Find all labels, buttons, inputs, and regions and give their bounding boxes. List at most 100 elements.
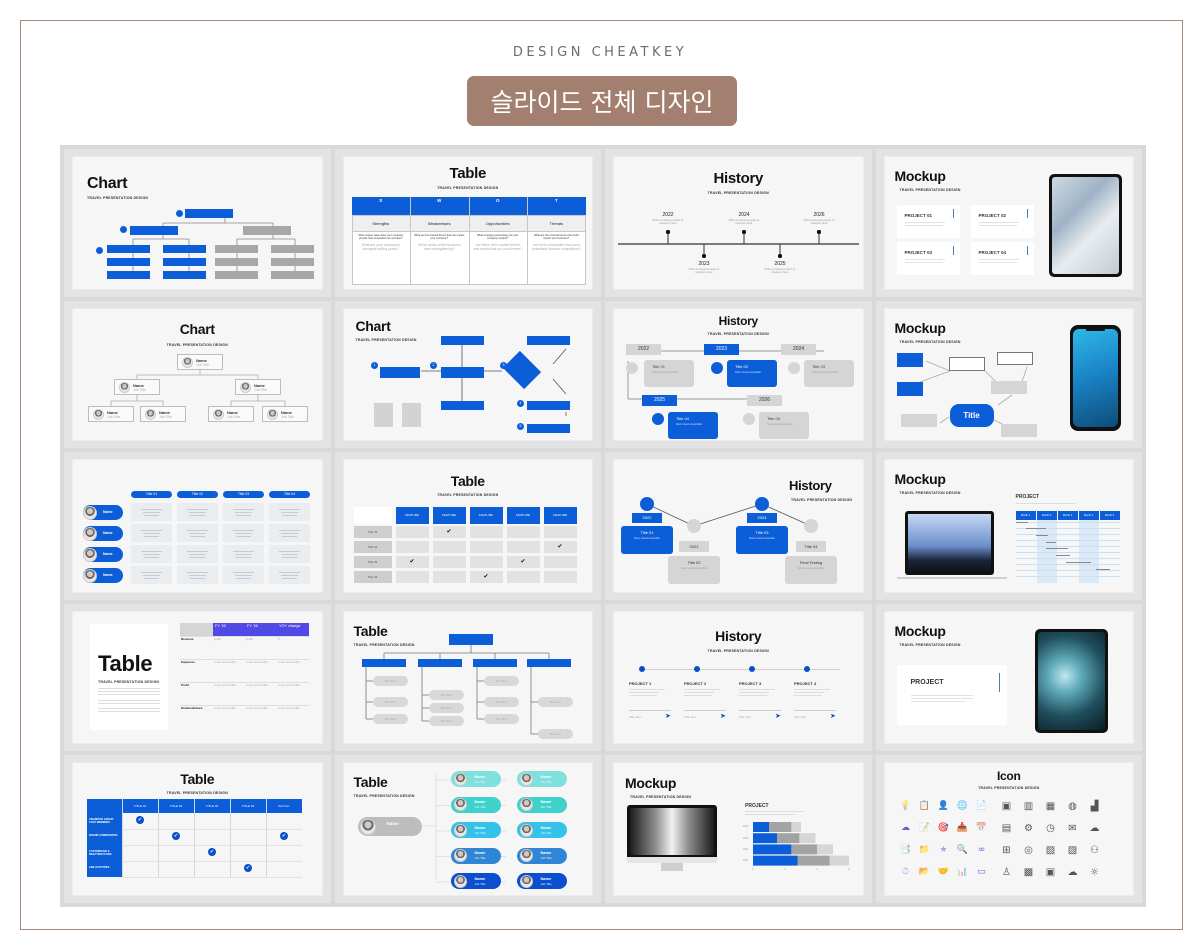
history-card-text: Nunc viverra imperdiet — [812, 370, 838, 374]
gantt-row-line — [1015, 558, 1120, 559]
slide-thumbnail[interactable]: Table TRAVEL PRESENTATION DESIGN Name Name J… — [334, 755, 601, 903]
slide-thumbnail[interactable]: Table TRAVEL PRESENTATION DESIGN FEATURE FE… — [334, 452, 601, 600]
swot-question: What are the internal forces that can im… — [414, 234, 465, 241]
slide-thumbnail[interactable]: Mockup TRAVEL PRESENTATION DESIGN PROJECT 2… — [605, 755, 872, 903]
swot-heading: Opportunities — [485, 221, 510, 226]
cell-text — [187, 509, 208, 511]
org-node: Name Job Title — [262, 405, 308, 422]
org-name: Name — [227, 409, 238, 415]
slide-chart[interactable]: Chart TRAVEL PRESENTATION DESIGN Name Job T… — [72, 307, 323, 442]
column-header: Title 01 — [131, 491, 172, 499]
slide-mockup[interactable]: Mockup TRAVEL PRESENTATION DESIGN PROJECT — [883, 610, 1134, 745]
swot-divider — [468, 197, 470, 285]
chart-leaf — [163, 271, 206, 279]
slide-icon[interactable]: Icon TRAVEL PRESENTATION DESIGN 💡 ▣ 📋 ▥ 👤 ▦ 🌐 ◍ 📄 ▟… — [883, 762, 1134, 896]
slide-thumbnail[interactable]: Mockup TRAVEL PRESENTATION DESIGN Title — [875, 300, 1142, 449]
slide-thumbnail[interactable]: Mockup TRAVEL PRESENTATION DESIGN PROJECT — [875, 603, 1142, 752]
history-card: Title 01 Nunc viverra imperdiet — [644, 359, 694, 387]
slide-thumbnail[interactable]: Chart TRAVEL PRESENTATION DESIGN 1 2 3 4 5 — [334, 300, 601, 449]
slide-chart[interactable]: Chart TRAVEL PRESENTATION DESIGN 1 2 3 4 5 — [342, 307, 593, 442]
slide-thumbnail[interactable]: Chart TRAVEL PRESENTATION DESIGN — [64, 149, 331, 297]
project-accent — [952, 209, 954, 218]
chart-leaf — [271, 271, 314, 279]
org-name: Name — [133, 382, 144, 388]
slide-mockup[interactable]: Mockup TRAVEL PRESENTATION DESIGN Title — [883, 307, 1134, 442]
slide-table[interactable]: Table TRAVEL PRESENTATION DESIGN TITLE 01 T… — [72, 762, 323, 896]
history-card: Final Testing Nunc viverra imperdiet — [785, 556, 837, 585]
laptop-screen-photo — [907, 514, 991, 573]
slide-mockup[interactable]: Mockup TRAVEL PRESENTATION DESIGN PROJECT … — [883, 156, 1134, 290]
gantt-bar — [1045, 548, 1068, 550]
note-box — [373, 402, 393, 427]
slide-history[interactable]: History TRAVEL PRESENTATION DESIGN 2022 Tit… — [613, 459, 864, 593]
chart-leaf — [215, 258, 258, 266]
slide-history[interactable]: History TRAVEL PRESENTATION DESIGN 2022 202… — [613, 307, 864, 442]
slide-thumbnail[interactable]: History TRAVEL PRESENTATION DESIGN 2022 202… — [605, 300, 872, 449]
bar-segment — [799, 833, 816, 844]
fin-cell: Lorem ipsum 000 — [278, 705, 300, 710]
slide-mockup[interactable]: Mockup TRAVEL PRESENTATION DESIGN PROJECT M… — [883, 459, 1134, 593]
slide-thumbnail[interactable]: History TRAVEL PRESENTATION DESIGN 2022 Wri… — [605, 149, 872, 297]
outline-icon: ▦ — [1045, 801, 1056, 813]
blank-corner — [353, 507, 392, 525]
slide-thumbnail[interactable]: Mockup TRAVEL PRESENTATION DESIGN PROJECT M… — [875, 452, 1142, 600]
feature-cell — [432, 556, 466, 569]
slide-thumbnail[interactable]: Table TRAVEL PRESENTATION DESIGN TITLE 01 T… — [64, 755, 331, 903]
slide-table[interactable]: Table TRAVEL PRESENTATION DESIGN Name Name J… — [342, 762, 593, 896]
timeline-dot — [803, 665, 811, 672]
purple-icon: ⏱ — [901, 867, 910, 878]
slide-chart[interactable]: Chart TRAVEL PRESENTATION DESIGN — [72, 156, 323, 290]
slide-thumbnail[interactable]: History TRAVEL PRESENTATION DESIGN PROJECT… — [605, 603, 872, 752]
slide-thumbnail[interactable]: Mockup TRAVEL PRESENTATION DESIGN PROJECT … — [875, 149, 1142, 297]
cell-text — [189, 554, 206, 556]
slide-table[interactable]: Title 01 Title 02 Title 03 Title 04 Name Name… — [72, 459, 323, 593]
org-name: Name — [159, 409, 170, 415]
avatar — [144, 409, 156, 421]
purple-icon: ☁ — [901, 823, 910, 834]
slide-thumbnail[interactable]: Table TRAVEL PRESENTATION DESIGN Title Tex… — [334, 603, 601, 752]
outline-icon: ▟ — [1090, 801, 1099, 813]
org-node: Name Job Title — [140, 405, 186, 422]
project-card: PROJECT 01 — [896, 205, 960, 238]
table-cell — [223, 524, 264, 543]
fin-cell: Lorem ipsum 000 — [246, 705, 268, 710]
avatar — [181, 357, 193, 369]
slide-table[interactable]: Table TRAVEL PRESENTATION DESIGN FEATURE FE… — [342, 459, 593, 593]
project-text-line — [978, 225, 1017, 226]
year-tag: 2025 — [642, 394, 677, 406]
slide-history[interactable]: History TRAVEL PRESENTATION DESIGN PROJECT… — [613, 610, 864, 745]
avatar — [212, 409, 224, 421]
avatar — [266, 409, 278, 421]
member-job-title: Job Title — [540, 881, 552, 886]
slide-history[interactable]: History TRAVEL PRESENTATION DESIGN 2022 Wri… — [613, 156, 864, 290]
slide-thumbnail[interactable]: Title 01 Title 02 Title 03 Title 04 Name Name… — [64, 452, 331, 600]
gantt-row-line — [1015, 522, 1120, 523]
slide-mockup[interactable]: Mockup TRAVEL PRESENTATION DESIGN PROJECT 2… — [613, 762, 864, 896]
flow-box — [440, 400, 484, 410]
cursor-icon: ➤ — [775, 711, 781, 720]
slide-thumbnail[interactable]: Table TRAVEL PRESENTATION DESIGN S Strength… — [334, 149, 601, 297]
project-title-text: Title Text — [794, 714, 806, 719]
outline-icon: ✉ — [1068, 823, 1077, 835]
slide-table[interactable]: Table TRAVEL PRESENTATION DESIGN FY '25 FY … — [72, 610, 323, 745]
gantt-header: Month 1 — [1015, 511, 1036, 521]
slide-table[interactable]: Table TRAVEL PRESENTATION DESIGN Title Tex… — [342, 610, 593, 745]
column-header: Title 03 — [223, 491, 264, 499]
slide-thumbnail[interactable]: Chart TRAVEL PRESENTATION DESIGN Name Job T… — [64, 300, 331, 449]
slide-thumbnail[interactable]: Table TRAVEL PRESENTATION DESIGN FY '25 FY … — [64, 603, 331, 752]
column-header: Title 04 — [269, 491, 310, 499]
slide-thumbnail[interactable]: History TRAVEL PRESENTATION DESIGN 2022 Tit… — [605, 452, 872, 600]
slide-table[interactable]: Table TRAVEL PRESENTATION DESIGN S Strength… — [342, 156, 593, 290]
project-label: PROJECT 3 — [739, 680, 762, 686]
table-cell — [177, 566, 218, 585]
bar-segment — [817, 844, 833, 855]
slide-thumbnail[interactable]: Icon TRAVEL PRESENTATION DESIGN 💡 ▣ 📋 ▥ 👤 ▦ 🌐 ◍ 📄 ▟… — [875, 755, 1142, 903]
cell-text — [144, 557, 159, 559]
feature-cell — [395, 571, 429, 584]
tablet-mockup — [1048, 174, 1122, 277]
fin-row-label: Revenue — [181, 636, 194, 641]
history-card-title: Final Testing — [799, 560, 823, 566]
tree-branch — [361, 658, 406, 667]
project-label: PROJECT 2 — [684, 680, 707, 686]
member-name: Name — [474, 824, 486, 830]
